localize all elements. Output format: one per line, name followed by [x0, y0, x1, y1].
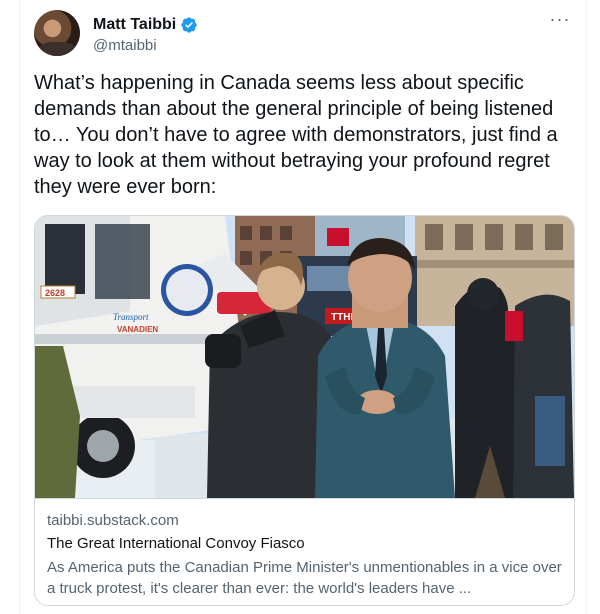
truck-text-1: Transport: [113, 312, 149, 322]
card-description: As America puts the Canadian Prime Minis…: [47, 559, 562, 597]
author-name[interactable]: Matt Taibbi: [93, 16, 176, 34]
truck-number: 2628: [45, 288, 65, 298]
card-domain: taibbi.substack.com: [47, 512, 179, 529]
card-meta[interactable]: taibbi.substack.com The Great Internatio…: [35, 498, 574, 605]
card-photo: TTHE FUCK 2628 Transport VANADIEN: [35, 216, 574, 498]
author-name-row[interactable]: Matt Taibbi: [93, 14, 198, 36]
tweet-header: Matt Taibbi @mtaibbi ···: [34, 10, 574, 58]
truck-text-2: VANADIEN: [117, 325, 158, 334]
author-handle[interactable]: @mtaibbi: [93, 37, 157, 54]
link-card[interactable]: TTHE FUCK 2628 Transport VANADIEN: [34, 215, 575, 606]
card-title[interactable]: The Great International Convoy Fiasco: [47, 535, 305, 552]
avatar-body: [38, 42, 76, 56]
card-image[interactable]: TTHE FUCK 2628 Transport VANADIEN: [35, 216, 574, 498]
verified-badge-icon: [181, 17, 197, 33]
more-horizontal-icon[interactable]: ···: [548, 10, 572, 32]
avatar[interactable]: [34, 10, 80, 56]
tweet-text: What’s happening in Canada seems less ab…: [34, 72, 558, 198]
tweet[interactable]: Matt Taibbi @mtaibbi ··· What’s happenin…: [19, 0, 587, 614]
